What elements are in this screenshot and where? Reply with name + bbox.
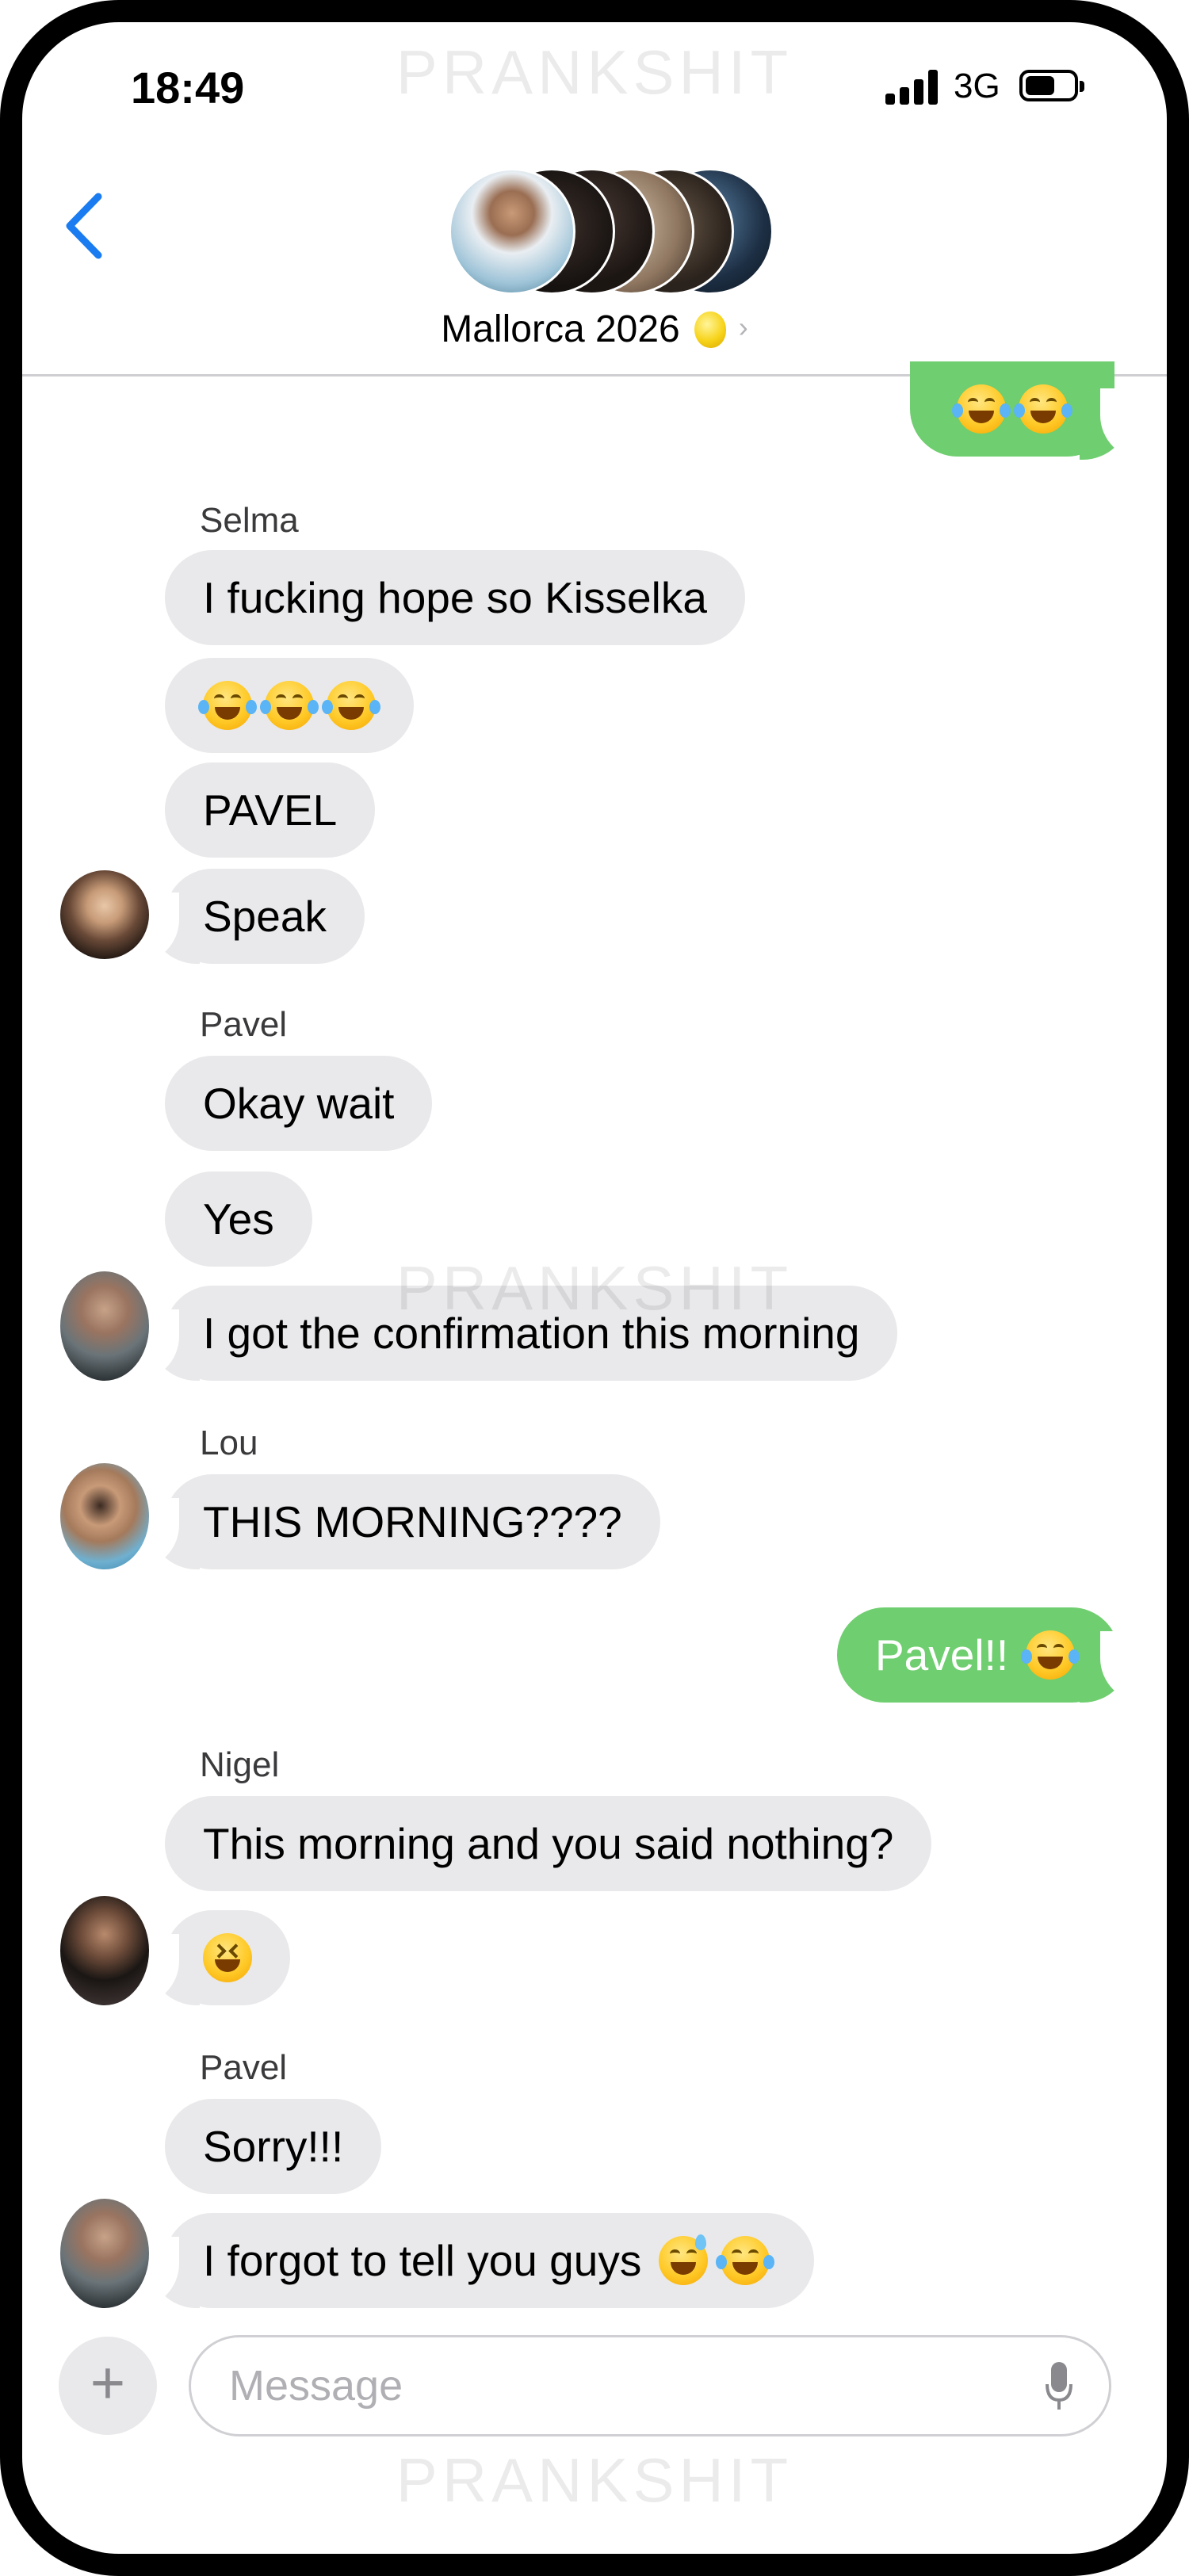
message-bubble-incoming[interactable]: Okay wait: [165, 1056, 433, 1151]
bubble-tail: [135, 1309, 200, 1381]
message-bubble-incoming[interactable]: This morning and you said nothing?: [165, 1796, 932, 1891]
message-bubble-incoming[interactable]: [165, 658, 414, 753]
watermark-bottom: PRANKSHIT: [396, 2445, 793, 2515]
message-bubble-incoming[interactable]: I got the confirmation this morning: [165, 1286, 898, 1381]
tears-of-joy-emoji: [1021, 1630, 1080, 1680]
message-text: Pavel!!: [875, 1630, 1009, 1680]
plus-icon: +: [90, 2349, 126, 2417]
squinting-laugh-emoji: [203, 1933, 252, 1982]
sender-name: Selma: [200, 501, 299, 540]
lemon-emoji: [694, 311, 726, 348]
sender-name: Lou: [200, 1424, 258, 1462]
group-member-avatar: [449, 168, 575, 295]
tears-of-joy-emoji: [260, 681, 319, 730]
bubble-tail: [1080, 388, 1145, 460]
group-name: Mallorca 2026: [441, 308, 680, 350]
tears-of-joy-emoji: [952, 384, 1011, 434]
bubble-tail: [1080, 1631, 1145, 1703]
tears-of-joy-emoji: [716, 2236, 775, 2285]
message-bubble-incoming[interactable]: THIS MORNING????: [165, 1474, 660, 1569]
plus-button[interactable]: +: [59, 2337, 157, 2435]
microphone-icon[interactable]: [1045, 2360, 1073, 2413]
message-bubble-incoming[interactable]: Yes: [165, 1171, 312, 1267]
back-chevron-icon[interactable]: [62, 190, 109, 262]
signal-icon: [885, 70, 939, 105]
bubble-tail: [135, 1498, 200, 1569]
group-avatars[interactable]: [449, 168, 774, 295]
network-type: 3G: [954, 67, 1000, 105]
message-bubble-outgoing[interactable]: Pavel!!: [837, 1607, 1120, 1703]
avatar-nigel[interactable]: [60, 1896, 149, 2005]
tears-of-joy-emoji: [1014, 384, 1072, 434]
message-bubble-incoming[interactable]: I forgot to tell you guys: [165, 2213, 815, 2308]
bubble-tail: [135, 1934, 200, 2005]
message-text: I forgot to tell you guys: [203, 2236, 642, 2285]
sender-name: Nigel: [200, 1745, 280, 1784]
status-time: 18:49: [131, 63, 245, 113]
battery-icon: [1019, 70, 1084, 101]
bubble-tail: [135, 892, 200, 964]
tears-of-joy-emoji: [198, 681, 257, 730]
sender-name: Pavel: [200, 2048, 288, 2087]
tears-of-joy-emoji: [322, 681, 380, 730]
sweat-smile-emoji: [659, 2234, 709, 2285]
sender-name: Pavel: [200, 1005, 288, 1044]
avatar-selma[interactable]: [60, 870, 149, 959]
avatar-pavel[interactable]: [60, 1271, 149, 1381]
message-bubble-incoming[interactable]: PAVEL: [165, 762, 376, 858]
group-title[interactable]: Mallorca 2026 ›: [0, 308, 1189, 351]
chevron-right-icon: ›: [738, 311, 748, 343]
bubble-tail: [135, 2237, 200, 2308]
avatar-pavel[interactable]: [60, 2199, 149, 2308]
avatar-lou[interactable]: [60, 1463, 149, 1569]
message-bubble-incoming[interactable]: Sorry!!!: [165, 2099, 382, 2194]
message-input[interactable]: Message: [189, 2335, 1111, 2436]
message-bubble-incoming[interactable]: I fucking hope so Kisselka: [165, 550, 745, 645]
